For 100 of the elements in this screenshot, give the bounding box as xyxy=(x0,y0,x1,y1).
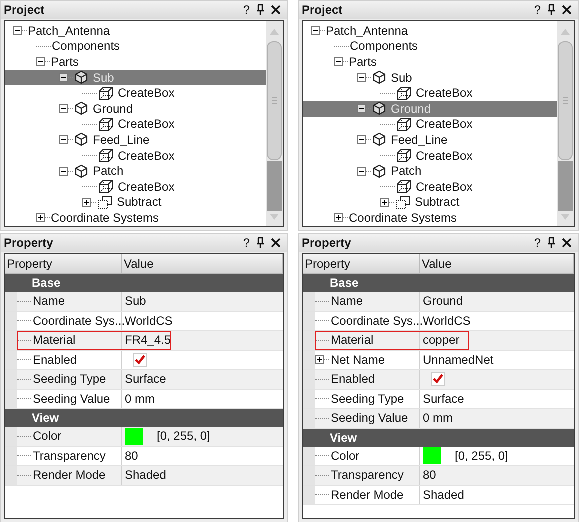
property-row[interactable]: Seeding Value 0 mm xyxy=(303,409,574,428)
minus-box-icon[interactable] xyxy=(357,73,366,82)
property-row[interactable]: Seeding Type Surface xyxy=(5,370,283,390)
minus-box-icon[interactable] xyxy=(59,166,68,176)
group-header[interactable]: Base xyxy=(303,274,574,292)
tree-item[interactable]: Patch_Antenna xyxy=(5,23,266,39)
tree-item[interactable]: Feed_Line xyxy=(5,132,266,148)
close-icon[interactable] xyxy=(562,5,572,15)
group-header[interactable]: View xyxy=(303,428,574,446)
plus-box-icon[interactable] xyxy=(82,198,91,207)
property-row[interactable]: Net Name UnnamedNet xyxy=(303,350,574,370)
tree-item[interactable]: Parts xyxy=(5,54,266,70)
help-button[interactable]: ? xyxy=(243,3,250,17)
plus-box-icon[interactable] xyxy=(36,213,45,222)
panel-title: Property xyxy=(4,236,54,250)
pin-icon[interactable] xyxy=(547,4,556,16)
minus-box-icon[interactable] xyxy=(59,135,68,144)
pin-icon[interactable] xyxy=(547,237,556,249)
group-header[interactable]: View xyxy=(5,409,283,427)
property-value: Shaded xyxy=(423,488,464,502)
property-row[interactable]: Color [0, 255, 0] xyxy=(303,446,574,466)
property-name: Color xyxy=(331,448,360,463)
minus-box-icon[interactable] xyxy=(357,135,366,144)
pin-icon[interactable] xyxy=(256,4,265,16)
scrollbar[interactable] xyxy=(266,21,283,226)
close-icon[interactable] xyxy=(271,5,281,15)
tree-item[interactable]: Components xyxy=(5,38,266,54)
minus-box-icon[interactable] xyxy=(334,57,343,66)
property-row[interactable]: Enabled xyxy=(5,350,283,370)
tree-item[interactable]: Subtract xyxy=(303,194,557,210)
minus-box-icon[interactable] xyxy=(357,104,366,114)
property-row[interactable]: Render Mode Shaded xyxy=(303,486,574,505)
tree-item[interactable]: Coordinate Systems xyxy=(303,210,557,226)
scrollbar[interactable] xyxy=(557,21,574,226)
checkbox[interactable] xyxy=(133,352,147,367)
plus-box-icon[interactable] xyxy=(380,198,389,207)
tree-item[interactable]: CreateBox xyxy=(303,116,557,132)
tree-item[interactable]: Components xyxy=(303,38,557,54)
close-icon[interactable] xyxy=(562,238,572,248)
property-value: [0, 255, 0] xyxy=(455,448,508,463)
tree-item[interactable]: Sub xyxy=(303,70,557,86)
property-row[interactable]: Name Ground xyxy=(303,292,574,312)
cube-icon xyxy=(74,101,89,116)
property-row[interactable]: Transparency 80 xyxy=(303,466,574,486)
property-name: Render Mode xyxy=(33,468,106,482)
tree-item[interactable]: CreateBox xyxy=(303,178,557,195)
tree-item[interactable]: Parts xyxy=(303,54,557,70)
property-row[interactable]: Name Sub xyxy=(5,292,283,312)
tree-item[interactable]: CreateBox xyxy=(303,85,557,101)
property-value: Surface xyxy=(125,372,166,386)
property-row[interactable]: Render Mode Shaded xyxy=(5,466,283,486)
wireframe-box-icon xyxy=(396,179,412,194)
tree-item[interactable]: CreateBox xyxy=(5,148,266,164)
property-name: Color xyxy=(33,429,62,444)
close-icon[interactable] xyxy=(271,238,281,248)
color-swatch[interactable] xyxy=(423,447,441,464)
help-button[interactable]: ? xyxy=(243,236,250,250)
tree-item[interactable]: Coordinate Systems xyxy=(5,210,266,226)
group-header[interactable]: Base xyxy=(5,274,283,292)
plus-box-icon[interactable] xyxy=(315,355,324,364)
subtract-icon xyxy=(395,194,411,210)
property-row[interactable]: Seeding Type Surface xyxy=(303,390,574,409)
tree-item[interactable]: Patch_Antenna xyxy=(303,23,557,39)
checkbox[interactable] xyxy=(431,372,445,386)
property-row[interactable]: Seeding Value 0 mm xyxy=(5,390,283,409)
color-swatch[interactable] xyxy=(125,428,143,445)
property-row[interactable]: Material copper xyxy=(303,331,574,350)
minus-box-icon[interactable] xyxy=(357,166,366,176)
property-row[interactable]: Material FR4_4.5 xyxy=(5,331,283,350)
tree-item[interactable]: Ground xyxy=(5,100,266,117)
wireframe-box-icon xyxy=(396,116,412,132)
tree-item[interactable]: Patch xyxy=(303,163,557,179)
minus-box-icon[interactable] xyxy=(59,104,68,114)
property-value: UnnamedNet xyxy=(423,352,494,367)
tree-item[interactable]: CreateBox xyxy=(303,148,557,164)
pin-icon[interactable] xyxy=(256,237,265,249)
tree-item[interactable]: CreateBox xyxy=(5,85,266,101)
property-name: Seeding Value xyxy=(33,392,110,406)
property-row[interactable]: Coordinate Sys...WorldCS xyxy=(5,312,283,331)
help-button[interactable]: ? xyxy=(534,236,541,250)
property-row[interactable]: Coordinate Sys...WorldCS xyxy=(303,312,574,331)
tree-item[interactable]: Feed_Line xyxy=(303,132,557,148)
minus-box-icon[interactable] xyxy=(36,57,45,66)
tree-item[interactable]: Patch xyxy=(5,163,266,179)
minus-box-icon[interactable] xyxy=(59,73,68,82)
property-row[interactable]: Transparency 80 xyxy=(5,446,283,466)
property-value: Sub xyxy=(125,294,146,308)
property-name: Net Name xyxy=(331,352,386,367)
tree-item[interactable]: CreateBox xyxy=(5,178,266,195)
property-name: Seeding Type xyxy=(33,372,106,386)
property-row[interactable]: Color [0, 255, 0] xyxy=(5,427,283,446)
property-value: Surface xyxy=(423,392,464,406)
tree-item[interactable]: Subtract xyxy=(5,194,266,210)
minus-box-icon[interactable] xyxy=(311,26,320,36)
property-row[interactable]: Enabled xyxy=(303,370,574,390)
property-value: FR4_4.5 xyxy=(125,333,172,348)
plus-box-icon[interactable] xyxy=(334,213,343,222)
minus-box-icon[interactable] xyxy=(13,26,22,36)
help-button[interactable]: ? xyxy=(534,3,541,17)
tree-item[interactable]: CreateBox xyxy=(5,116,266,132)
